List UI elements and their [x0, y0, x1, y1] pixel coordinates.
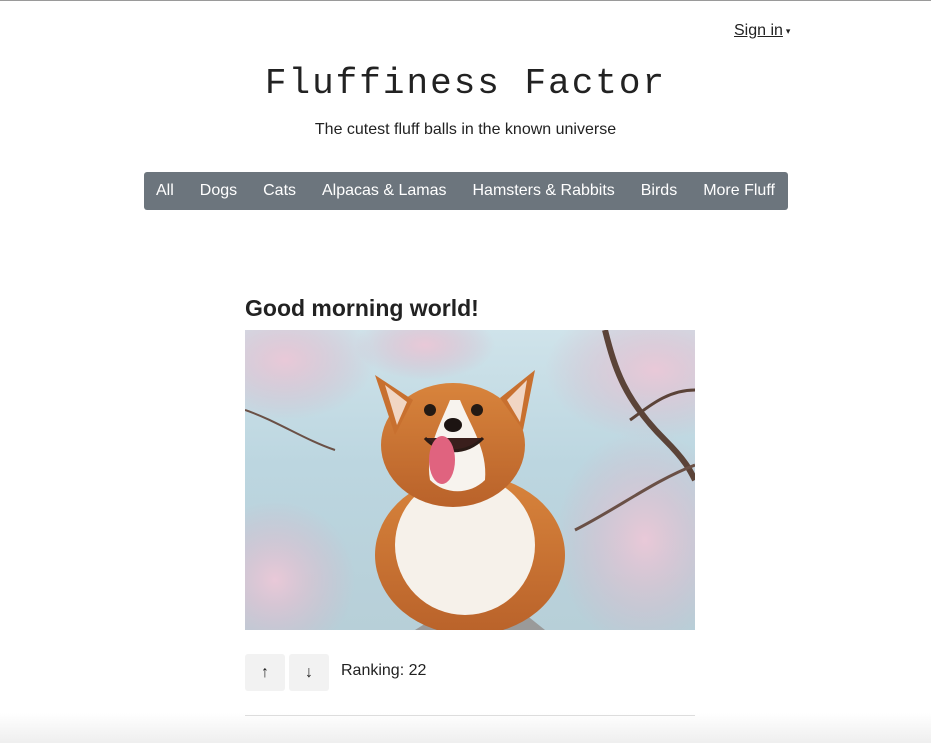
- nav-item-dogs[interactable]: Dogs: [200, 182, 237, 200]
- sign-in-link[interactable]: Sign in ▾: [734, 22, 790, 40]
- page: Sign in ▾ Fluffiness Factor The cutest fl…: [0, 0, 931, 743]
- arrow-down-icon: ↓: [305, 663, 313, 681]
- nav-item-alpacas-lamas[interactable]: Alpacas & Lamas: [322, 182, 447, 200]
- upvote-button[interactable]: ↑: [245, 654, 285, 691]
- category-nav: All Dogs Cats Alpacas & Lamas Hamsters &…: [144, 172, 788, 210]
- caret-down-icon: ▾: [785, 26, 791, 36]
- bottom-fade: [0, 713, 931, 743]
- corgi-photo-illustration: [245, 330, 695, 630]
- nav-item-more-fluff[interactable]: More Fluff: [703, 182, 775, 200]
- nav-item-birds[interactable]: Birds: [641, 182, 677, 200]
- arrow-up-icon: ↑: [261, 663, 269, 681]
- site-tagline: The cutest fluff balls in the known univ…: [314, 121, 617, 138]
- post-divider: [245, 715, 695, 716]
- post-title: Good morning world!: [245, 295, 479, 321]
- post-ranking: Ranking: 22: [341, 662, 427, 679]
- sign-in-label: Sign in: [734, 22, 783, 39]
- nav-item-cats[interactable]: Cats: [263, 182, 296, 200]
- site-title: Fluffiness Factor: [264, 63, 667, 104]
- downvote-button[interactable]: ↓: [289, 654, 329, 691]
- post-image: [245, 330, 695, 630]
- nav-item-all[interactable]: All: [156, 182, 174, 200]
- nav-item-hamsters-rabbits[interactable]: Hamsters & Rabbits: [473, 182, 615, 200]
